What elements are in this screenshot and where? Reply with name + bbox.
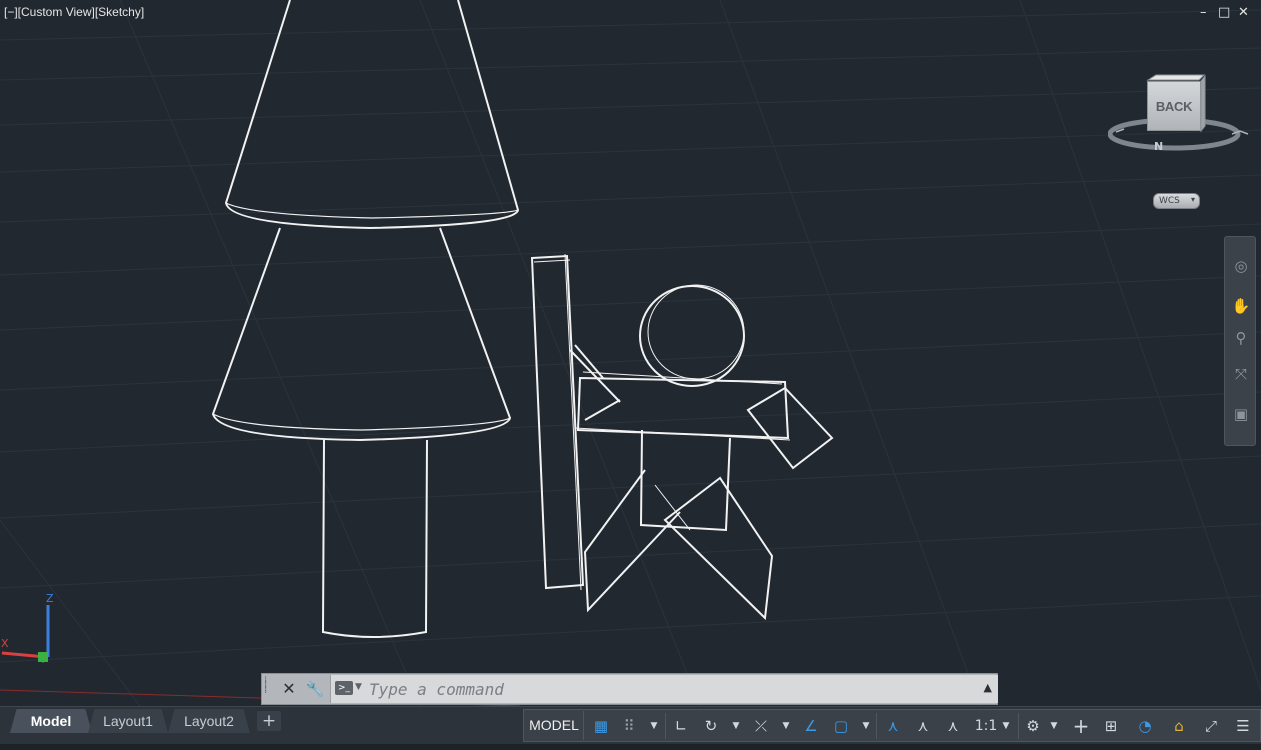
viewcube[interactable]: BACK N [1108,74,1253,158]
showmotion-icon[interactable]: ▣ [1230,403,1252,425]
chevron-down-icon[interactable]: ▼ [780,714,792,738]
status-bar: MODEL ▦ ⠿ ▼ ∟ ↻ ▼ ⤫ ▼ ∠ ▢ ▼ ⋏ ⋏ ⋏ 1:1 ▼ … [523,709,1261,742]
snap-icon[interactable]: ⠿ [618,714,640,738]
command-input[interactable] [369,678,959,700]
polar-icon[interactable]: ↻ [700,714,722,738]
tab-layout1[interactable]: Layout1 [88,709,168,733]
bottom-border [0,744,1261,750]
close-icon[interactable]: ✕ [1238,6,1249,20]
wrench-icon[interactable]: 🔧 [304,677,326,701]
close-command-line-icon[interactable]: ✕ [279,677,299,701]
chevron-down-icon[interactable]: ▼ [1048,714,1060,738]
customize-menu-icon[interactable]: ☰ [1232,714,1254,738]
zoom-icon[interactable]: ⚲ [1230,327,1252,349]
clean-screen-icon[interactable]: ⤢ [1200,714,1222,738]
wcs-menu[interactable]: WCS ▾ [1153,193,1200,209]
chevron-down-icon[interactable]: ▼ [648,714,660,738]
chevron-down-icon[interactable]: ▼ [355,682,362,692]
minimize-icon[interactable]: – [1200,6,1207,20]
tab-layout2[interactable]: Layout2 [168,709,250,733]
compass-north-label[interactable]: N [1154,140,1163,153]
annotation-scale-icon[interactable]: ⋏ [942,714,964,738]
quick-props-icon[interactable]: ◔ [1134,714,1156,738]
isolate-icon[interactable]: ⌂ [1168,714,1190,738]
command-prompt-icon[interactable]: >_ [335,681,353,695]
grid-icon[interactable]: ▦ [590,714,612,738]
ucs-x-label: X [1,637,9,650]
annotation-scale-value[interactable]: 1:1 [972,714,1000,738]
tab-model[interactable]: Model [10,709,92,733]
navigation-bar[interactable]: ◎ ✋ ⚲ ⤧ ▣ [1224,236,1256,446]
view-label[interactable]: [−][Custom View][Sketchy] [4,5,144,19]
model-space-button[interactable]: MODEL [525,711,584,740]
chevron-down-icon: ▾ [1190,195,1195,204]
workspace-gear-icon[interactable]: ⚙ [1022,714,1044,738]
chevron-up-icon[interactable]: ▲ [984,681,992,694]
chevron-down-icon[interactable]: ▼ [730,714,742,738]
ortho-icon[interactable]: ∟ [670,714,692,738]
ucs-icon [1,605,50,663]
add-layout-button[interactable]: + [257,711,281,731]
steering-wheel-icon[interactable]: ◎ [1230,255,1252,277]
cube-face-back[interactable]: BACK [1147,81,1201,131]
annotation-visibility-icon[interactable]: ⋏ [882,714,904,738]
annotation-monitor-icon[interactable]: + [1070,714,1092,738]
scene-canvas[interactable] [0,0,1261,706]
osnap-icon[interactable]: ▢ [830,714,852,738]
command-input-area[interactable]: >_ ▼ ▲ [330,675,998,703]
restore-icon[interactable]: □ [1218,6,1230,20]
drag-handle-icon[interactable]: ⁞ ⁞ ⁞ [264,676,272,700]
command-line[interactable]: ⁞⁞⁞ ✕ 🔧 >_ ▼ ▲ [261,673,998,705]
drawing-viewport[interactable]: Z X [−][Custom View][Sketchy] – □ ✕ BACK… [0,0,1261,706]
chevron-down-icon[interactable]: ▼ [1000,714,1012,738]
chevron-down-icon[interactable]: ▼ [860,714,872,738]
grid-lines [0,0,1261,706]
orbit-icon[interactable]: ⤧ [1230,363,1252,385]
sketchy-figure-model[interactable] [530,253,834,621]
ucs-z-label: Z [46,592,54,605]
pan-icon[interactable]: ✋ [1230,295,1252,317]
isodraft-icon[interactable]: ⤫ [750,714,772,738]
osnap-track-icon[interactable]: ∠ [800,714,822,738]
units-icon[interactable]: ⊞ [1100,714,1122,738]
wcs-label: WCS [1159,196,1180,206]
autoscale-icon[interactable]: ⋏ [912,714,934,738]
